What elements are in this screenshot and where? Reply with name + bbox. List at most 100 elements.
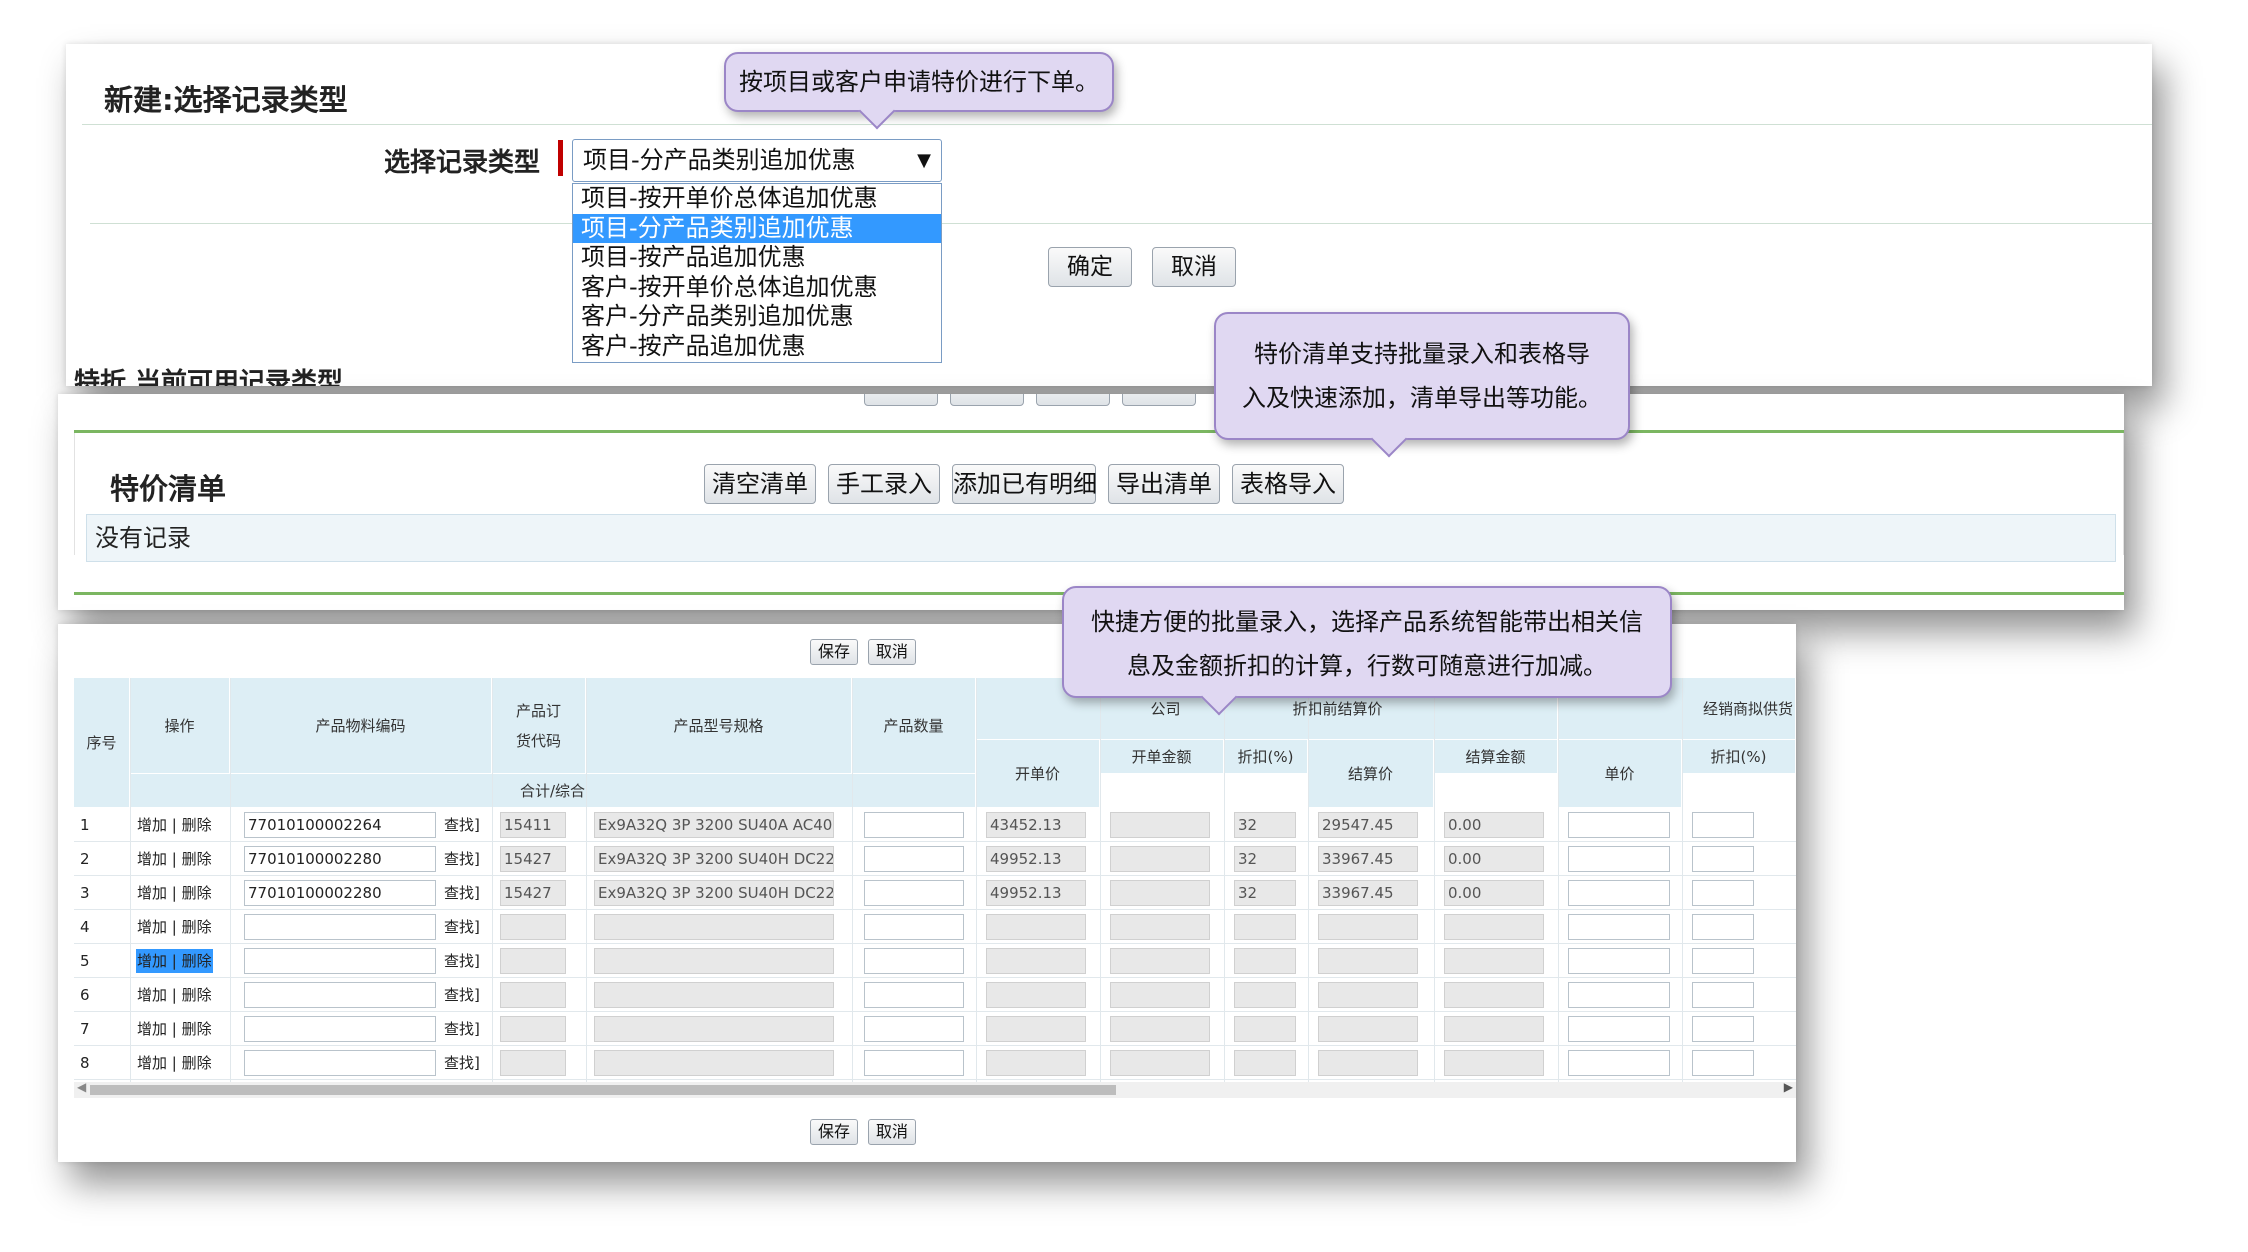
cancel-button-bottom[interactable]: 取消 — [868, 1119, 916, 1145]
manual-entry-button[interactable]: 手工录入 — [828, 464, 940, 504]
quantity-input[interactable] — [864, 1050, 964, 1076]
table-row: 5 增加 | 删除 查找] — [74, 944, 1796, 978]
add-delete-links[interactable]: 增加 | 删除 — [136, 1017, 213, 1041]
settle-price-field: 29547.45 — [1318, 812, 1418, 838]
export-list-button[interactable]: 导出清单 — [1108, 464, 1220, 504]
list-amount-field — [1110, 1050, 1210, 1076]
dropdown-option-selected[interactable]: 项目-分产品类别追加优惠 — [573, 213, 941, 244]
model-spec-field: Ex9A32Q 3P 3200 SU40A AC400 — [594, 812, 834, 838]
add-delete-links[interactable]: 增加 | 删除 — [136, 949, 213, 973]
discount-field: 32 — [1234, 846, 1296, 872]
callout-price-list: 特价清单支持批量录入和表格导 入及快速添加，清单导出等功能。 — [1214, 312, 1630, 458]
unit-price-input[interactable] — [1568, 914, 1670, 940]
lookup-link[interactable]: 查找] — [444, 876, 480, 910]
material-code-input[interactable] — [244, 982, 436, 1008]
toolbar-button-partial[interactable] — [864, 394, 938, 406]
settle-price-field — [1318, 948, 1418, 974]
dropdown-option[interactable]: 客户-按产品追加优惠 — [573, 332, 941, 362]
toolbar-button-partial[interactable] — [1122, 394, 1196, 406]
dropdown-option[interactable]: 项目-按产品追加优惠 — [573, 243, 941, 273]
quantity-input[interactable] — [864, 982, 964, 1008]
quantity-input[interactable] — [864, 880, 964, 906]
lookup-link[interactable]: 查找] — [444, 1012, 480, 1046]
unit-price-input[interactable] — [1568, 812, 1670, 838]
add-delete-links[interactable]: 增加 | 删除 — [136, 881, 213, 905]
cancel-button-top[interactable]: 取消 — [868, 639, 916, 665]
callout-text: 入及快速添加，清单导出等功能。 — [1242, 384, 1602, 412]
quantity-input[interactable] — [864, 812, 964, 838]
dealer-discount-input[interactable] — [1692, 1016, 1754, 1042]
row-seq: 4 — [80, 918, 90, 936]
unit-price-input[interactable] — [1568, 846, 1670, 872]
add-delete-links[interactable]: 增加 | 删除 — [136, 1051, 213, 1075]
dealer-discount-input[interactable] — [1692, 982, 1754, 1008]
settle-amount-field: 0.00 — [1444, 846, 1544, 872]
scroll-left-icon[interactable]: ◀ — [77, 1080, 86, 1094]
col-group-company-label: 公司 — [1150, 699, 1181, 718]
order-code-field — [500, 1050, 566, 1076]
list-amount-field — [1110, 812, 1210, 838]
material-code-input[interactable] — [244, 948, 436, 974]
record-type-select[interactable]: 项目-分产品类别追加优惠 ▼ — [572, 139, 942, 182]
col-header-discount: 折扣(%) — [1224, 740, 1308, 774]
toolbar-button-partial[interactable] — [950, 394, 1024, 406]
dealer-discount-input[interactable] — [1692, 812, 1754, 838]
table-import-button[interactable]: 表格导入 — [1232, 464, 1344, 504]
dropdown-option[interactable]: 项目-按开单价总体追加优惠 — [573, 184, 941, 214]
unit-price-input[interactable] — [1568, 948, 1670, 974]
cancel-button[interactable]: 取消 — [1152, 247, 1236, 287]
lookup-link[interactable]: 查找] — [444, 808, 480, 842]
material-code-input[interactable]: 77010100002280 — [244, 846, 436, 872]
dealer-discount-input[interactable] — [1692, 1050, 1754, 1076]
dealer-discount-input[interactable] — [1692, 948, 1754, 974]
callout-text: 快捷方便的批量录入，选择产品系统智能带出相关信 — [1091, 608, 1643, 636]
col-header-settle-price: 结算价 — [1308, 740, 1434, 808]
quantity-input[interactable] — [864, 1016, 964, 1042]
lookup-link[interactable]: 查找] — [444, 944, 480, 978]
dropdown-option[interactable]: 客户-按开单价总体追加优惠 — [573, 273, 941, 303]
callout-record-type: 按项目或客户申请特价进行下单。 — [724, 52, 1114, 130]
add-delete-links[interactable]: 增加 | 删除 — [136, 983, 213, 1007]
quantity-input[interactable] — [864, 914, 964, 940]
dropdown-option[interactable]: 客户-分产品类别追加优惠 — [573, 302, 941, 332]
add-existing-detail-button[interactable]: 添加已有明细 — [952, 464, 1097, 504]
lookup-link[interactable]: 查找] — [444, 978, 480, 1012]
scrollbar-thumb[interactable] — [90, 1085, 1116, 1095]
add-delete-links[interactable]: 增加 | 删除 — [136, 847, 213, 871]
settle-amount-field — [1444, 914, 1544, 940]
quantity-input[interactable] — [864, 948, 964, 974]
save-button-top[interactable]: 保存 — [810, 639, 858, 665]
material-code-input[interactable]: 77010100002280 — [244, 880, 436, 906]
unit-price-input[interactable] — [1568, 1016, 1670, 1042]
save-button-bottom[interactable]: 保存 — [810, 1119, 858, 1145]
material-code-input[interactable]: 77010100002264 — [244, 812, 436, 838]
lookup-link[interactable]: 查找] — [444, 1046, 480, 1080]
add-delete-links[interactable]: 增加 | 删除 — [136, 915, 213, 939]
unit-price-input[interactable] — [1568, 982, 1670, 1008]
toolbar-button-partial[interactable] — [1036, 394, 1110, 406]
material-code-input[interactable] — [244, 1016, 436, 1042]
dealer-discount-input[interactable] — [1692, 846, 1754, 872]
add-delete-links[interactable]: 增加 | 删除 — [136, 813, 213, 837]
record-type-label: 选择记录类型 — [384, 148, 541, 178]
confirm-button[interactable]: 确定 — [1048, 247, 1132, 287]
dealer-discount-input[interactable] — [1692, 880, 1754, 906]
list-price-field — [986, 982, 1086, 1008]
unit-price-input[interactable] — [1568, 1050, 1670, 1076]
available-record-types-heading: 特折 当前可用记录类型 — [74, 368, 344, 386]
material-code-input[interactable] — [244, 914, 436, 940]
horizontal-scrollbar[interactable]: ◀ ▶ — [74, 1080, 1796, 1098]
lookup-link[interactable]: 查找] — [444, 910, 480, 944]
col-header-seq: 序号 — [74, 678, 130, 808]
material-code-input[interactable] — [244, 1050, 436, 1076]
dealer-discount-input[interactable] — [1692, 914, 1754, 940]
scroll-right-icon[interactable]: ▶ — [1784, 1080, 1793, 1094]
clear-list-button[interactable]: 清空清单 — [704, 464, 816, 504]
list-price-field — [986, 948, 1086, 974]
lookup-link[interactable]: 查找] — [444, 842, 480, 876]
order-code-field: 15411 — [500, 812, 566, 838]
list-price-field — [986, 1016, 1086, 1042]
unit-price-input[interactable] — [1568, 880, 1670, 906]
quantity-input[interactable] — [864, 846, 964, 872]
section-divider — [74, 430, 2124, 433]
